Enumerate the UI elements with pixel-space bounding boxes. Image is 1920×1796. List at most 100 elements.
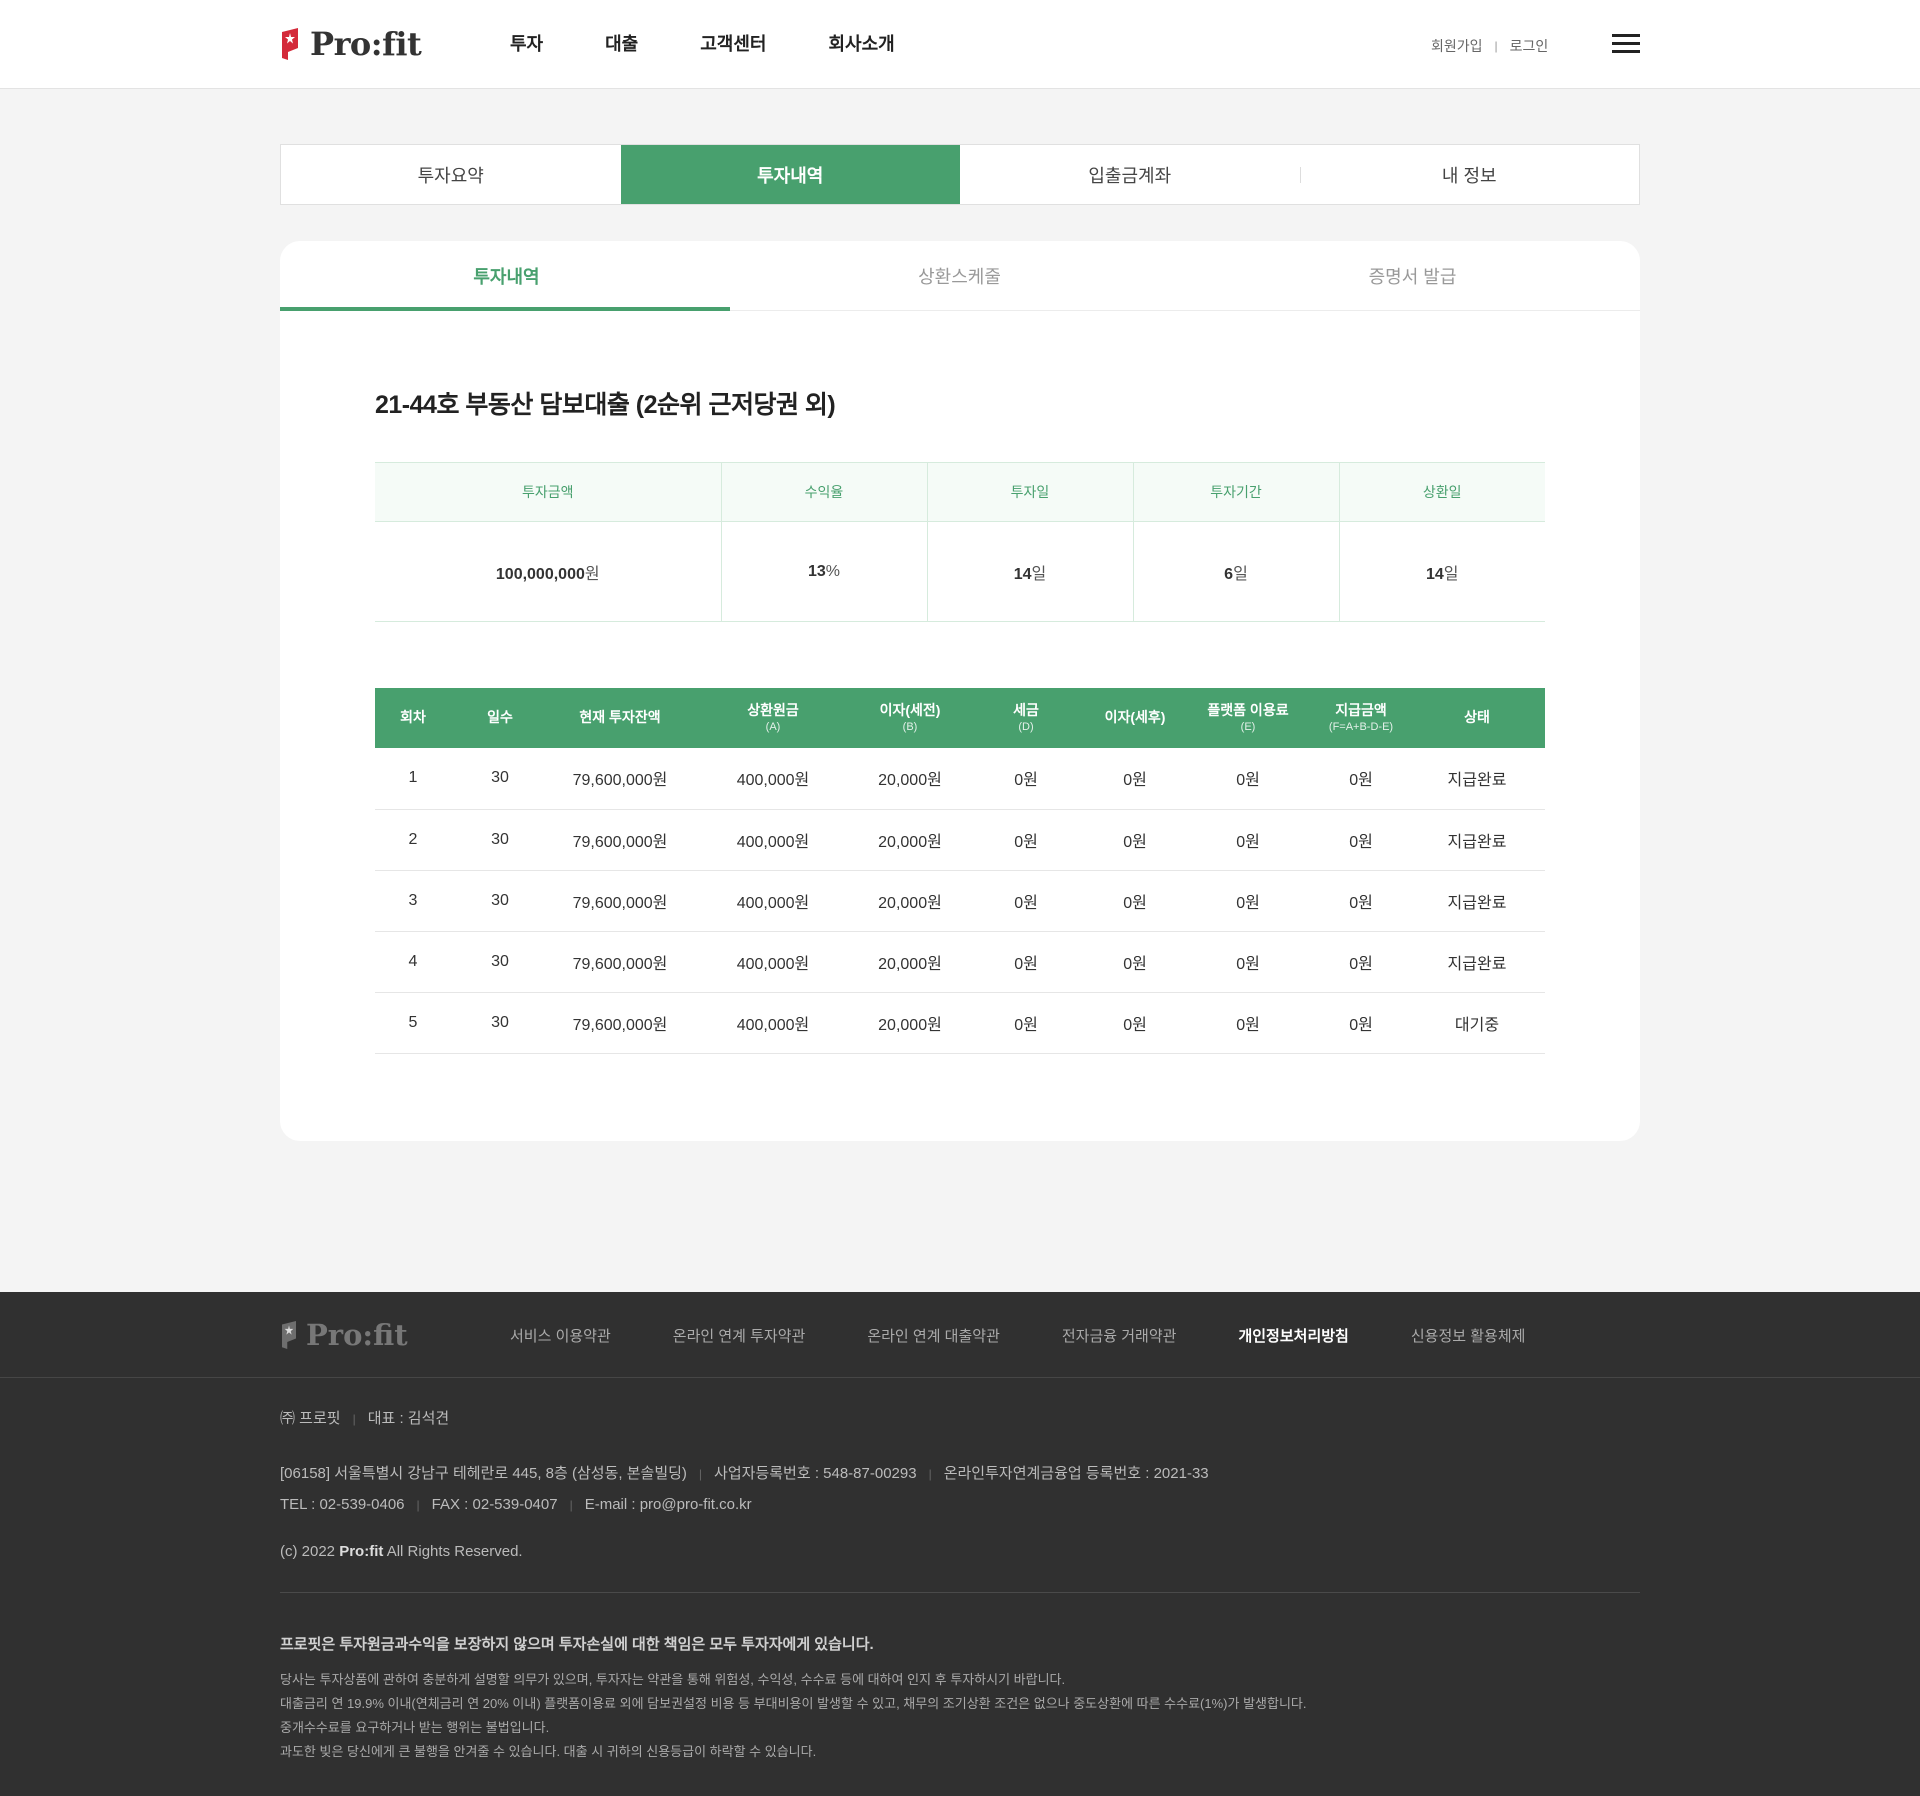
tab-my-info[interactable]: 내 정보: [1299, 145, 1640, 204]
table-row: 3 30 79,600,000원 400,000원 20,000원 0원 0원 0원 0원 지급완…: [375, 870, 1545, 932]
table-cell: 30: [451, 748, 549, 810]
logo-text: Pro:fit: [310, 25, 422, 63]
footer-divider: [280, 1592, 1640, 1593]
table-cell: 0원: [965, 809, 1087, 871]
subtab-repayment-schedule[interactable]: 상환스케줄: [733, 241, 1186, 310]
tab-invest-history[interactable]: 투자내역: [620, 145, 960, 204]
table-cell: 0원: [965, 992, 1087, 1054]
footer-link-loan-terms[interactable]: 온라인 연계 대출약관: [867, 1325, 1000, 1346]
table-cell: 20,000원: [855, 748, 965, 810]
site-footer: Pro:fit 서비스 이용약관 온라인 연계 투자약관 온라인 연계 대출약관…: [0, 1292, 1920, 1796]
site-header: Pro:fit 투자 대출 고객센터 회사소개 회원가입 | 로그인: [0, 0, 1920, 89]
table-cell: 20,000원: [855, 809, 965, 871]
copyright: (c) 2022 Pro:fit All Rights Reserved.: [280, 1543, 523, 1560]
table-cell: 0원: [1183, 748, 1313, 810]
table-cell: 3: [375, 870, 451, 932]
schedule-header: 상태: [1409, 688, 1545, 748]
table-cell: 지급완료: [1409, 870, 1545, 932]
registration-number: 온라인투자연계금융업 등록번호 : 2021-33: [943, 1465, 1209, 1482]
global-nav: 투자 대출 고객센터 회사소개: [510, 30, 957, 56]
schedule-header: 상환원금 (A): [691, 688, 855, 748]
menu-icon[interactable]: [1612, 34, 1640, 54]
footer-notes: 당사는 투자상품에 관하여 충분하게 설명할 의무가 있으며, 투자자는 약관을…: [280, 1668, 1640, 1764]
table-cell: 20,000원: [855, 992, 965, 1054]
footer-link-terms[interactable]: 서비스 이용약관: [510, 1325, 611, 1346]
table-cell: 20,000원: [855, 870, 965, 932]
table-cell: 0원: [1183, 870, 1313, 932]
table-cell: 30: [451, 931, 549, 993]
footer-logo-mark-icon: [282, 1321, 296, 1349]
table-cell: 0원: [1183, 931, 1313, 993]
subtab-invest-history[interactable]: 투자내역: [280, 241, 733, 311]
tab-deposit-account[interactable]: 입출금계좌: [960, 145, 1300, 204]
main-tabs: 투자요약 투자내역 입출금계좌 내 정보: [280, 144, 1640, 205]
table-cell: 0원: [965, 870, 1087, 932]
fax: FAX : 02-539-0407: [431, 1496, 558, 1513]
footer-link-efinance-terms[interactable]: 전자금융 거래약관: [1062, 1325, 1177, 1346]
login-link[interactable]: 로그인: [1510, 36, 1549, 56]
util-separator: |: [1494, 39, 1498, 53]
schedule-header: 이자(세후): [1087, 688, 1183, 748]
logo-mark-icon: [282, 28, 298, 60]
summary-header: 투자기간: [1133, 462, 1340, 522]
table-cell: 0원: [1313, 992, 1409, 1054]
schedule-header: 현재 투자잔액: [549, 688, 691, 748]
summary-header: 투자금액: [375, 462, 722, 522]
table-cell: 0원: [1087, 931, 1183, 993]
nav-support[interactable]: 고객센터: [700, 30, 766, 56]
signup-link[interactable]: 회원가입: [1431, 36, 1483, 56]
investment-warning: 프로핏은 투자원금과수익을 보장하지 않으며 투자손실에 대한 책임은 모두 투…: [280, 1636, 874, 1653]
footer-note: 대출금리 연 19.9% 이내(연체금리 연 20% 이내) 플랫폼이용료 외에…: [280, 1696, 1307, 1711]
contact-line: TEL : 02-539-0406 | FAX : 02-539-0407 | E-ma…: [280, 1496, 752, 1513]
table-cell: 0원: [1313, 748, 1409, 810]
table-cell: 400,000원: [691, 809, 855, 871]
footer-link-credit-info[interactable]: 신용정보 활용체제: [1411, 1325, 1526, 1346]
table-cell: 0원: [1313, 870, 1409, 932]
address: [06158] 서울특별시 강남구 테헤란로 445, 8층 (삼성동, 본솔빌…: [280, 1465, 687, 1482]
table-cell: 0원: [1087, 870, 1183, 932]
product-title: 21-44호 부동산 담보대출 (2순위 근저당권 외): [375, 391, 836, 419]
table-cell: 400,000원: [691, 931, 855, 993]
table-cell: 30: [451, 992, 549, 1054]
sub-tabs: 투자내역 상환스케줄 증명서 발급: [280, 241, 1640, 311]
table-cell: 30: [451, 809, 549, 871]
footer-info: ㈜ 프로핏 | 대표 : 김석견 [06158] 서울특별시 강남구 테헤란로 44…: [280, 1407, 1640, 1764]
util-links: 회원가입 | 로그인: [1431, 36, 1548, 56]
table-cell: 2: [375, 809, 451, 871]
summary-repay-date: 14일: [1425, 565, 1459, 583]
address-line: [06158] 서울특별시 강남구 테헤란로 445, 8층 (삼성동, 본솔빌…: [280, 1465, 1209, 1482]
summary-header: 상환일: [1339, 462, 1545, 522]
summary-invest-period: 6일: [1133, 521, 1340, 622]
logo[interactable]: Pro:fit: [280, 24, 422, 64]
content-card: 투자내역 상환스케줄 증명서 발급 21-44호 부동산 담보대출 (2순위 근…: [280, 241, 1640, 1141]
nav-invest[interactable]: 투자: [510, 30, 543, 56]
summary-amount: 100,000,000원: [375, 521, 722, 622]
footer-logo-text: Pro:fit: [306, 1318, 408, 1352]
footer-links: 서비스 이용약관 온라인 연계 투자약관 온라인 연계 대출약관 전자금융 거래…: [510, 1325, 1587, 1346]
email: E-mail : pro@pro-fit.co.kr: [584, 1496, 752, 1513]
table-cell: 0원: [1313, 809, 1409, 871]
footer-link-privacy[interactable]: 개인정보처리방침: [1238, 1325, 1348, 1346]
schedule-header: 세금 (D): [965, 688, 1087, 748]
table-cell: 0원: [1183, 992, 1313, 1054]
table-cell: 지급완료: [1409, 748, 1545, 810]
nav-about[interactable]: 회사소개: [829, 30, 895, 56]
footer-logo[interactable]: Pro:fit: [280, 1318, 408, 1352]
ceo-name: 대표 : 김석견: [367, 1410, 450, 1427]
repayment-schedule-table: 회차 일수 현재 투자잔액 상환원금 (A) 이자(세전) (B) 세금 (D) 이자(세후) 플랫…: [375, 688, 1545, 1054]
tab-invest-summary[interactable]: 투자요약: [281, 145, 621, 204]
schedule-header: 이자(세전) (B): [855, 688, 965, 748]
table-cell: 0원: [965, 748, 1087, 810]
biz-number: 사업자등록번호 : 548-87-00293: [714, 1465, 917, 1482]
table-cell: 0원: [1313, 931, 1409, 993]
subtab-certificate[interactable]: 증명서 발급: [1186, 241, 1639, 310]
nav-loan[interactable]: 대출: [605, 30, 638, 56]
footer-link-invest-terms[interactable]: 온라인 연계 투자약관: [673, 1325, 806, 1346]
table-row: 2 30 79,600,000원 400,000원 20,000원 0원 0원 0원 0원 지급완…: [375, 809, 1545, 871]
table-cell: 400,000원: [691, 748, 855, 810]
table-cell: 0원: [1087, 809, 1183, 871]
footer-top: Pro:fit 서비스 이용약관 온라인 연계 투자약관 온라인 연계 대출약관…: [0, 1292, 1920, 1378]
table-cell: 지급완료: [1409, 809, 1545, 871]
table-cell: 79,600,000원: [549, 748, 691, 810]
schedule-header: 일수: [451, 688, 549, 748]
